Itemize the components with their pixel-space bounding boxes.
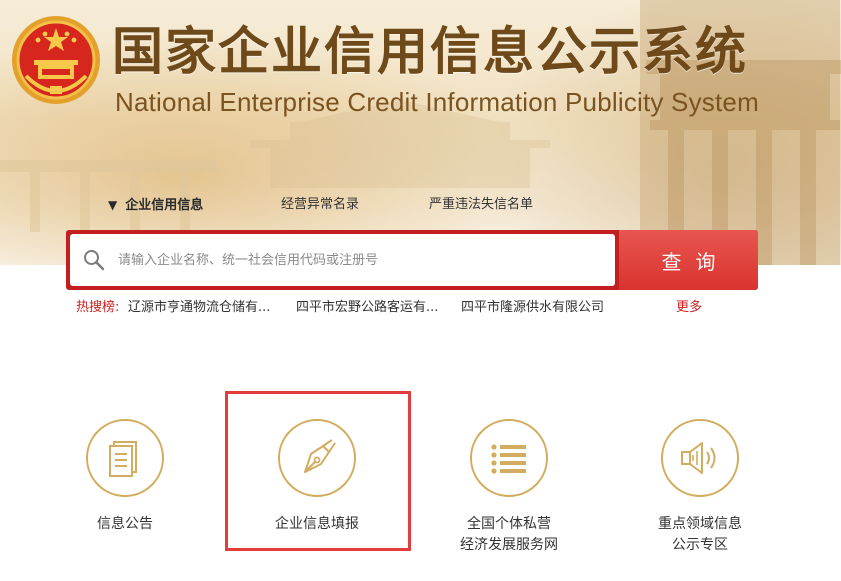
tab-label: 经营异常名录 xyxy=(281,197,360,212)
tab-label: 企业信用信息 xyxy=(125,198,204,213)
feature-label: 全国个体私营 经济发展服务网 xyxy=(439,514,579,556)
feature-label-line: 信息公告 xyxy=(97,516,153,532)
tab-abnormal-operation[interactable]: 经营异常名录 xyxy=(281,194,359,216)
hot-search-item[interactable]: 辽源市亨通物流仓储有... xyxy=(128,298,270,318)
hot-search-item[interactable]: 四平市宏野公路客运有... xyxy=(296,298,438,318)
speaker-icon xyxy=(661,419,739,497)
document-icon xyxy=(86,419,164,497)
search-icon xyxy=(84,250,105,271)
feature-label-line: 公示专区 xyxy=(672,537,728,553)
hot-search-more-link[interactable]: 更多 xyxy=(676,298,702,318)
search-input[interactable] xyxy=(118,242,608,278)
hot-search-label: 热搜榜: xyxy=(76,300,120,315)
feature-label: 信息公告 xyxy=(55,514,195,535)
tab-serious-violation[interactable]: 严重违法失信名单 xyxy=(429,194,533,216)
national-emblem-icon xyxy=(12,16,100,104)
search-bar: 查询 xyxy=(66,230,758,290)
caret-down-icon: ▼ xyxy=(108,198,118,212)
header-banner: 国家企业信用信息公示系统 National Enterprise Credit … xyxy=(0,0,841,265)
highlight-frame xyxy=(225,391,411,551)
feature-private-economy-service[interactable]: 全国个体私营 经济发展服务网 xyxy=(439,414,579,574)
feature-info-announcement[interactable]: 信息公告 xyxy=(55,414,195,574)
feature-label: 重点领域信息 公示专区 xyxy=(630,514,770,556)
feature-label-line: 全国个体私营 xyxy=(467,516,551,532)
search-tabs: ▼ 企业信用信息 经营异常名录 严重违法失信名单 xyxy=(100,194,700,216)
site-title-en: National Enterprise Credit Information P… xyxy=(115,87,759,117)
feature-label-line: 经济发展服务网 xyxy=(460,537,558,553)
search-box xyxy=(70,234,615,286)
search-button[interactable]: 查询 xyxy=(619,230,758,290)
tab-label: 严重违法失信名单 xyxy=(429,197,534,212)
hot-search-item[interactable]: 四平市隆源供水有限公司 xyxy=(461,298,604,318)
feature-label-line: 重点领域信息 xyxy=(658,516,742,532)
list-icon xyxy=(470,419,548,497)
feature-key-area-publicity[interactable]: 重点领域信息 公示专区 xyxy=(630,414,770,574)
tab-enterprise-credit[interactable]: ▼ 企业信用信息 xyxy=(108,194,203,216)
site-title-cn: 国家企业信用信息公示系统 xyxy=(112,23,749,82)
hot-search-bar: 热搜榜: 辽源市亨通物流仓储有... 四平市宏野公路客运有... 四平市隆源供水… xyxy=(76,298,766,318)
